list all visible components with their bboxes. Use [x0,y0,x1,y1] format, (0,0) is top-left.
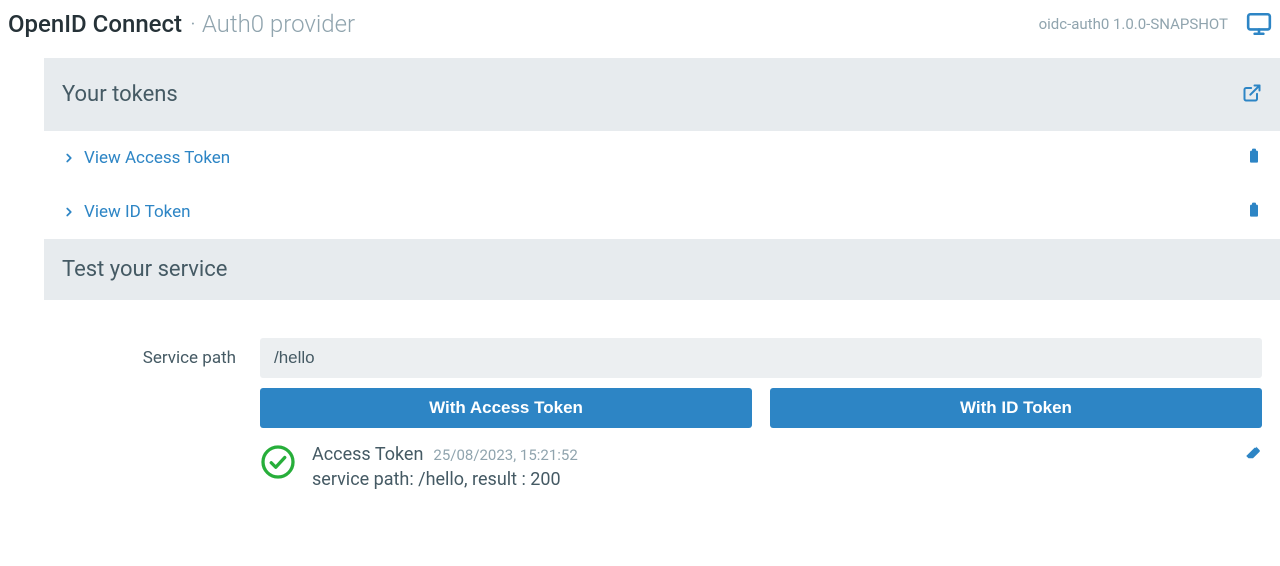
clipboard-icon[interactable] [1246,147,1262,169]
test-section-title: Test your service [62,257,227,282]
test-buttons-row: With Access Token With ID Token [44,378,1280,428]
result-line1: Access Token 25/08/2023, 15:21:52 [312,444,1228,465]
clipboard-icon[interactable] [1246,201,1262,223]
monitor-icon[interactable] [1246,11,1272,37]
header-left: OpenID Connect · Auth0 provider [8,10,355,38]
access-token-link-label: View Access Token [84,148,230,168]
app-version: oidc-auth0 1.0.0-SNAPSHOT [1039,15,1228,33]
subtitle-text: Auth0 provider [202,10,355,38]
result-timestamp: 25/08/2023, 15:21:52 [433,446,577,464]
chevron-right-icon [62,151,76,165]
main-panel: Your tokens View Access Token [44,58,1280,490]
test-section-header: Test your service [44,239,1280,300]
id-token-link-label: View ID Token [84,202,191,222]
tokens-section-title: Your tokens [62,82,178,107]
id-token-row: View ID Token [44,185,1280,239]
with-id-token-button[interactable]: With ID Token [770,388,1262,428]
tokens-section-header: Your tokens [44,58,1280,131]
eraser-icon[interactable] [1244,444,1262,466]
page-title: OpenID Connect [8,10,182,38]
access-token-row: View Access Token [44,131,1280,185]
chevron-right-icon [62,205,76,219]
external-link-icon[interactable] [1242,83,1262,107]
page-header: OpenID Connect · Auth0 provider oidc-aut… [0,0,1280,58]
success-check-icon [260,444,296,484]
result-token-type: Access Token [312,444,423,465]
view-access-token-link[interactable]: View Access Token [62,148,230,168]
result-row: Access Token 25/08/2023, 15:21:52 servic… [44,428,1280,490]
page-subtitle: · Auth0 provider [190,10,355,38]
result-body: Access Token 25/08/2023, 15:21:52 servic… [312,444,1228,490]
service-path-row: Service path [44,300,1280,378]
subtitle-prefix: · [190,10,202,38]
service-path-input[interactable] [260,338,1262,378]
header-right: oidc-auth0 1.0.0-SNAPSHOT [1039,11,1272,37]
with-access-token-button[interactable]: With Access Token [260,388,752,428]
view-id-token-link[interactable]: View ID Token [62,202,191,222]
service-path-label: Service path [62,348,236,368]
result-detail: service path: /hello, result : 200 [312,469,1228,490]
